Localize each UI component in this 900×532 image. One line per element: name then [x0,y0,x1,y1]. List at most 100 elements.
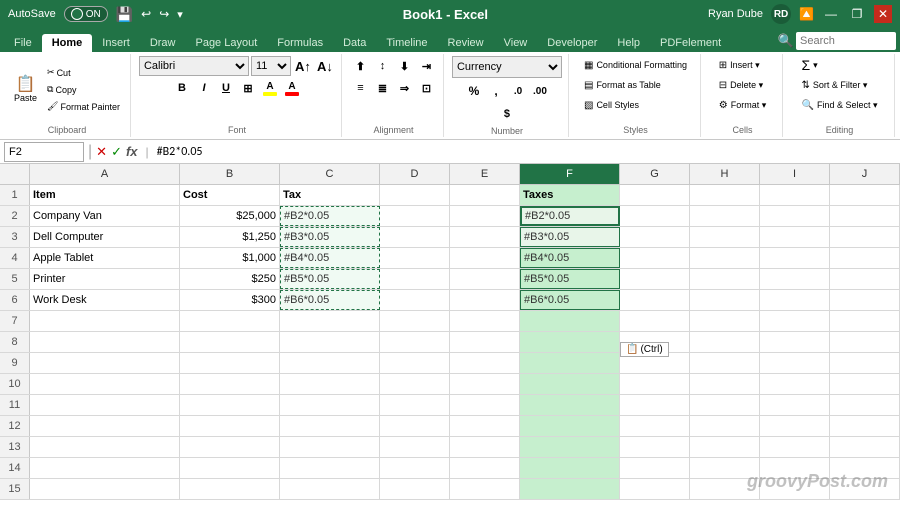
cell-J3[interactable] [830,227,900,247]
cell-F9[interactable] [520,353,620,373]
cell-A3[interactable]: Dell Computer [30,227,180,247]
cell-A9[interactable] [30,353,180,373]
cell-D4[interactable] [380,248,450,268]
cell-J10[interactable] [830,374,900,394]
cell-H3[interactable] [690,227,760,247]
minimize-btn[interactable]: — [822,5,840,23]
cell-B15[interactable] [180,479,280,499]
cell-D6[interactable] [380,290,450,310]
cell-J11[interactable] [830,395,900,415]
cell-F3[interactable]: #B3*0.05 [520,227,620,247]
cell-D5[interactable] [380,269,450,289]
cell-B3[interactable]: $1,250 [180,227,280,247]
cell-G2[interactable] [620,206,690,226]
format-as-table-button[interactable]: ▤ Format as Table [580,76,665,94]
tab-pdfelement[interactable]: PDFelement [650,34,731,52]
cell-F12[interactable] [520,416,620,436]
cell-A7[interactable] [30,311,180,331]
autosave-toggle[interactable]: ON [64,6,108,22]
cell-D11[interactable] [380,395,450,415]
cell-J8[interactable] [830,332,900,352]
align-top-icon[interactable]: ⬆ [350,56,370,76]
cell-reference-input[interactable] [4,142,84,162]
cell-F1[interactable]: Taxes [520,185,620,205]
cell-A6[interactable]: Work Desk [30,290,180,310]
cell-I14[interactable] [760,458,830,478]
restore-btn[interactable]: ❐ [848,5,866,23]
find-select-button[interactable]: 🔍 Find & Select ▾ [797,96,881,114]
cell-G15[interactable] [620,479,690,499]
cell-H6[interactable] [690,290,760,310]
cell-J14[interactable] [830,458,900,478]
col-header-B[interactable]: B [180,164,280,184]
cell-B6[interactable]: $300 [180,290,280,310]
cell-C9[interactable] [280,353,380,373]
ribbon-collapse-icon[interactable]: 🔼 [799,7,814,21]
tab-help[interactable]: Help [607,34,650,52]
align-right-icon[interactable]: ⇒ [394,78,414,98]
cell-G1[interactable] [620,185,690,205]
italic-button[interactable]: I [194,78,214,98]
user-avatar[interactable]: RD [771,4,791,24]
cell-G10[interactable] [620,374,690,394]
cell-A11[interactable] [30,395,180,415]
close-btn[interactable]: ✕ [874,5,892,23]
cell-G12[interactable] [620,416,690,436]
cell-A5[interactable]: Printer [30,269,180,289]
insert-button[interactable]: ⊞ Insert ▾ [715,56,764,74]
wrap-text-icon[interactable]: ⇥ [416,56,436,76]
cell-F5[interactable]: #B5*0.05 [520,269,620,289]
cell-B9[interactable] [180,353,280,373]
cell-C2[interactable]: #B2*0.05 [280,206,380,226]
formula-input[interactable] [157,145,896,159]
cell-D7[interactable] [380,311,450,331]
cell-J1[interactable] [830,185,900,205]
cell-B2[interactable]: $25,000 [180,206,280,226]
tab-developer[interactable]: Developer [537,34,607,52]
currency-button[interactable]: $ [497,104,517,124]
cell-A10[interactable] [30,374,180,394]
cell-D8[interactable] [380,332,450,352]
tab-review[interactable]: Review [438,34,494,52]
col-header-G[interactable]: G [620,164,690,184]
cell-D12[interactable] [380,416,450,436]
comma-button[interactable]: , [486,81,506,101]
increase-decimal-button[interactable]: .0 [508,81,528,101]
insert-function-icon[interactable]: fx [126,144,138,159]
cell-D2[interactable] [380,206,450,226]
cell-C12[interactable] [280,416,380,436]
cell-G14[interactable] [620,458,690,478]
cell-H14[interactable] [690,458,760,478]
cell-J6[interactable] [830,290,900,310]
cell-B5[interactable]: $250 [180,269,280,289]
cell-D9[interactable] [380,353,450,373]
paste-indicator[interactable]: 📋 (Ctrl) [620,342,669,357]
increase-font-icon[interactable]: A↑ [293,56,313,76]
cut-button[interactable]: ✂ Cut [43,65,124,80]
cell-J4[interactable] [830,248,900,268]
cell-E12[interactable] [450,416,520,436]
cell-C15[interactable] [280,479,380,499]
cell-D3[interactable] [380,227,450,247]
tab-page-layout[interactable]: Page Layout [185,34,267,52]
align-bottom-icon[interactable]: ⬇ [394,56,414,76]
cell-E1[interactable] [450,185,520,205]
col-header-C[interactable]: C [280,164,380,184]
cell-H5[interactable] [690,269,760,289]
cell-H1[interactable] [690,185,760,205]
cell-F13[interactable] [520,437,620,457]
fill-color-button[interactable]: A [260,78,280,98]
col-header-E[interactable]: E [450,164,520,184]
cell-G5[interactable] [620,269,690,289]
cell-E15[interactable] [450,479,520,499]
cell-E8[interactable] [450,332,520,352]
cell-G11[interactable] [620,395,690,415]
cell-E11[interactable] [450,395,520,415]
cell-E13[interactable] [450,437,520,457]
cell-I9[interactable] [760,353,830,373]
cell-B14[interactable] [180,458,280,478]
cell-A15[interactable] [30,479,180,499]
cell-J15[interactable] [830,479,900,499]
cell-E14[interactable] [450,458,520,478]
cell-A12[interactable] [30,416,180,436]
